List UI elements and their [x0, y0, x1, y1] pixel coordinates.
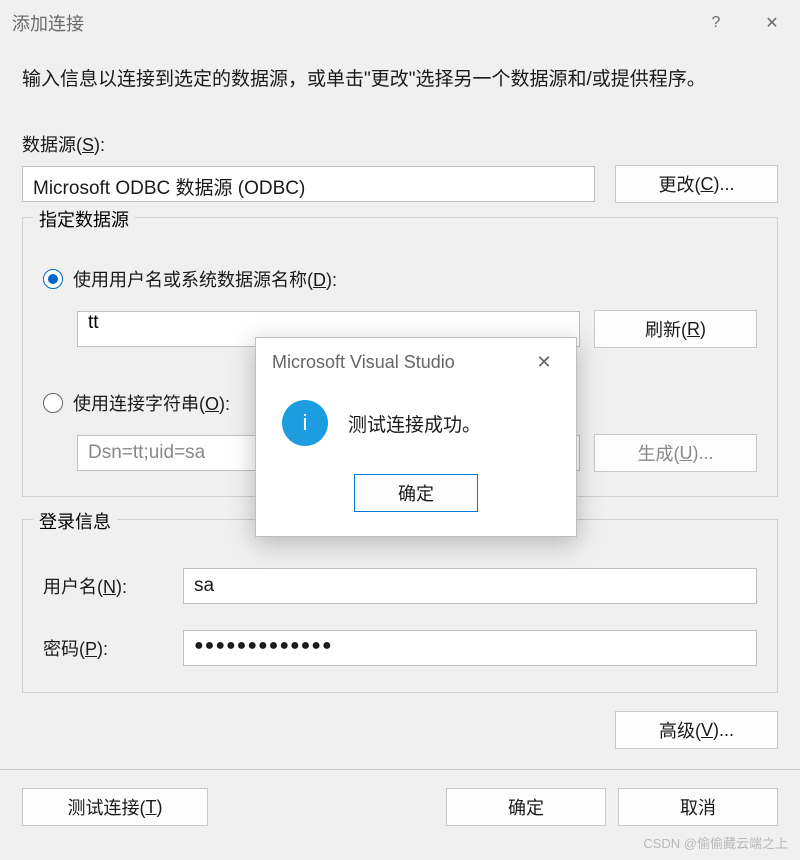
- popup-ok-button[interactable]: 确定: [354, 474, 478, 512]
- password-input[interactable]: ●●●●●●●●●●●●●: [183, 630, 757, 666]
- help-button[interactable]: ?: [688, 0, 744, 46]
- advanced-button[interactable]: 高级(V)...: [615, 711, 778, 749]
- radio-dsn[interactable]: [43, 269, 63, 289]
- username-row: 用户名(N): sa: [43, 568, 757, 604]
- specify-legend: 指定数据源: [33, 206, 135, 232]
- popup-titlebar: Microsoft Visual Studio ✕: [256, 338, 576, 386]
- datasource-label: 数据源(S):: [22, 131, 778, 157]
- popup-footer: 确定: [256, 474, 576, 536]
- build-button[interactable]: 生成(U)...: [594, 434, 757, 472]
- add-connection-dialog: 添加连接 ? ✕ 输入信息以连接到选定的数据源，或单击"更改"选择另一个数据源和…: [0, 0, 800, 860]
- instruction-text: 输入信息以连接到选定的数据源，或单击"更改"选择另一个数据源和/或提供程序。: [22, 64, 778, 91]
- radio-dsn-row[interactable]: 使用用户名或系统数据源名称(D):: [43, 266, 757, 292]
- username-label: 用户名(N):: [43, 573, 169, 599]
- password-row: 密码(P): ●●●●●●●●●●●●●: [43, 630, 757, 666]
- popup-close-button[interactable]: ✕: [524, 352, 564, 373]
- cancel-button[interactable]: 取消: [618, 788, 778, 826]
- ok-button[interactable]: 确定: [446, 788, 606, 826]
- radio-conn-label: 使用连接字符串(O):: [73, 390, 230, 416]
- footer-right: 确定 取消: [446, 788, 778, 826]
- login-fieldset: 登录信息 用户名(N): sa 密码(P): ●●●●●●●●●●●●●: [22, 519, 778, 693]
- refresh-button[interactable]: 刷新(R): [594, 310, 757, 348]
- login-legend: 登录信息: [33, 508, 117, 534]
- close-button[interactable]: ✕: [744, 0, 800, 46]
- change-button[interactable]: 更改(C)...: [615, 165, 778, 203]
- popup-title: Microsoft Visual Studio: [272, 352, 455, 373]
- message-popup: Microsoft Visual Studio ✕ i 测试连接成功。 确定: [255, 337, 577, 537]
- password-label: 密码(P):: [43, 635, 169, 661]
- advanced-row: 高级(V)...: [22, 711, 778, 749]
- info-icon: i: [282, 400, 328, 446]
- popup-body: i 测试连接成功。: [256, 386, 576, 474]
- dialog-title: 添加连接: [12, 10, 84, 36]
- datasource-value: Microsoft ODBC 数据源 (ODBC): [22, 166, 595, 202]
- datasource-row: Microsoft ODBC 数据源 (ODBC) 更改(C)...: [22, 165, 778, 203]
- titlebar-controls: ? ✕: [688, 0, 800, 46]
- popup-message: 测试连接成功。: [348, 410, 481, 437]
- watermark: CSDN @偷偷藏云端之上: [643, 833, 788, 852]
- dialog-titlebar: 添加连接 ? ✕: [0, 0, 800, 46]
- username-input[interactable]: sa: [183, 568, 757, 604]
- test-connection-button[interactable]: 测试连接(T): [22, 788, 208, 826]
- radio-conn[interactable]: [43, 393, 63, 413]
- radio-dsn-label: 使用用户名或系统数据源名称(D):: [73, 266, 337, 292]
